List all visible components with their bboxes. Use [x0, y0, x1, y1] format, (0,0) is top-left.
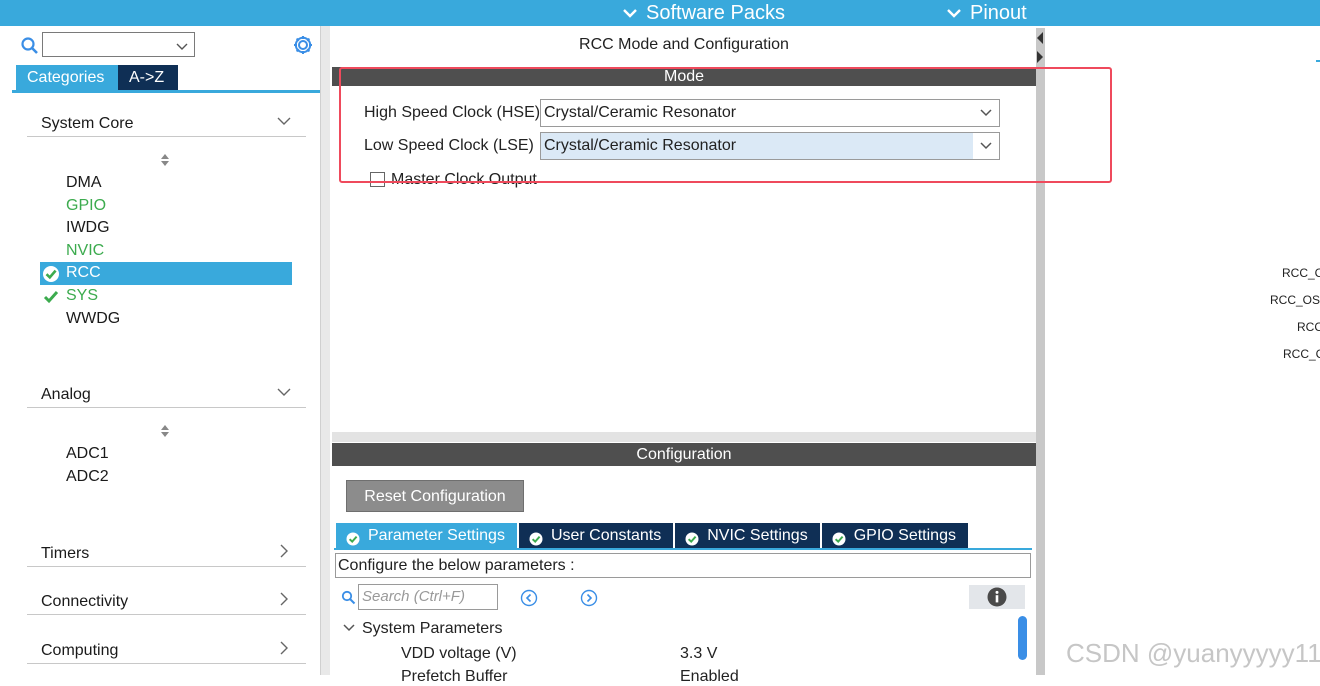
tab-underline — [334, 548, 1032, 550]
param-name: Prefetch Buffer — [401, 668, 508, 685]
param-value[interactable]: 3.3 V — [680, 645, 717, 663]
checkmark-icon — [42, 288, 60, 306]
section-title: Connectivity — [41, 593, 129, 610]
list-item-label: RCC — [66, 264, 101, 282]
tab-a-to-z[interactable]: A->Z — [118, 65, 178, 90]
system-core-list: DMA GPIO IWDG NVIC RCC SYS WWDG — [40, 172, 292, 330]
tab-parameter-settings[interactable]: Parameter Settings — [336, 523, 517, 548]
highlight-annotation-box — [339, 67, 1112, 183]
param-name: VDD voltage (V) — [401, 645, 517, 662]
pinout-menu[interactable]: Pinout — [946, 0, 1027, 26]
reset-configuration-button[interactable]: Reset Configuration — [346, 480, 524, 512]
list-item-sys[interactable]: SYS — [40, 285, 292, 308]
parameter-tabs: Parameter Settings User Constants NVIC S… — [336, 523, 970, 548]
pinout-label: Pinout — [970, 1, 1027, 24]
category-search-input[interactable] — [42, 32, 195, 57]
info-button[interactable] — [969, 585, 1025, 609]
analog-list: ADC1 ADC2 — [40, 443, 292, 488]
search-icon[interactable] — [341, 590, 356, 605]
list-item-rcc[interactable]: RCC — [40, 262, 292, 285]
chevron-right-icon — [276, 543, 292, 559]
tab-label: GPIO Settings — [853, 527, 956, 544]
gear-icon[interactable] — [292, 34, 314, 56]
section-connectivity[interactable]: Connectivity — [27, 591, 306, 615]
configuration-header: Configuration — [332, 443, 1036, 466]
page-title: RCC Mode and Configuration — [579, 36, 789, 53]
parameter-scrollbar-thumb[interactable] — [1018, 616, 1027, 660]
chevron-down-icon[interactable] — [176, 39, 188, 51]
check-circle-icon — [346, 529, 360, 545]
category-tabs: Categories A->Z — [16, 65, 178, 90]
pin-label[interactable]: RCC — [1297, 320, 1320, 334]
sort-icon[interactable] — [159, 153, 171, 167]
tab-label: NVIC Settings — [707, 527, 808, 544]
chevron-down-icon — [343, 624, 355, 632]
section-title: Computing — [41, 642, 119, 659]
tab-categories[interactable]: Categories — [16, 65, 118, 90]
chevron-down-icon — [276, 113, 292, 129]
check-circle-icon — [42, 265, 60, 283]
collapse-right-icon[interactable] — [1036, 50, 1044, 64]
chevron-right-icon — [276, 591, 292, 607]
check-circle-icon — [832, 529, 846, 545]
pin-label[interactable]: RCC_C — [1282, 266, 1320, 280]
list-item-adc2[interactable]: ADC2 — [40, 466, 292, 489]
previous-result-icon[interactable] — [520, 589, 538, 607]
tree-group-system-parameters[interactable]: System Parameters — [343, 620, 502, 638]
tab-label: Parameter Settings — [368, 527, 505, 544]
tab-user-constants[interactable]: User Constants — [518, 523, 674, 548]
chevron-right-icon — [276, 640, 292, 656]
sort-icon[interactable] — [159, 424, 171, 438]
panel-divider[interactable] — [332, 432, 1036, 442]
section-title: Timers — [41, 545, 90, 562]
chevron-down-icon — [622, 5, 638, 21]
section-title: Analog — [41, 386, 91, 403]
software-packs-label: Software Packs — [646, 1, 785, 24]
tab-label: User Constants — [550, 527, 662, 544]
param-value[interactable]: Enabled — [680, 668, 739, 686]
section-title: System Core — [41, 115, 134, 132]
info-icon — [987, 587, 1007, 607]
tab-nvic-settings[interactable]: NVIC Settings — [675, 523, 820, 548]
check-circle-icon — [529, 529, 543, 545]
list-item-label: SYS — [66, 286, 99, 304]
section-analog[interactable]: Analog — [27, 384, 306, 408]
pinout-edge-mark — [1316, 60, 1320, 62]
pin-label[interactable]: RCC_C — [1283, 347, 1320, 361]
watermark-text: CSDN @yuanyyyyy111 — [1066, 638, 1320, 668]
collapse-left-icon[interactable] — [1036, 31, 1044, 45]
next-result-icon[interactable] — [580, 589, 598, 607]
chevron-down-icon — [276, 384, 292, 400]
section-timers[interactable]: Timers — [27, 543, 306, 567]
parameter-search-input[interactable]: Search (Ctrl+F) — [358, 584, 498, 610]
tree-group-label: System Parameters — [362, 620, 503, 637]
list-item-iwdg[interactable]: IWDG — [40, 217, 292, 240]
tab-gpio-settings[interactable]: GPIO Settings — [821, 523, 968, 548]
left-panel-scrollbar[interactable] — [320, 26, 330, 675]
list-item-dma[interactable]: DMA — [40, 172, 292, 195]
list-item-nvic[interactable]: NVIC — [40, 240, 292, 263]
chevron-down-icon — [946, 5, 962, 21]
list-item-adc1[interactable]: ADC1 — [40, 443, 292, 466]
check-circle-icon — [685, 529, 699, 545]
pin-label[interactable]: RCC_OS — [1270, 293, 1320, 307]
software-packs-menu[interactable]: Software Packs — [622, 0, 785, 26]
search-icon[interactable] — [20, 36, 40, 56]
configure-instructions: Configure the below parameters : — [335, 553, 1031, 578]
list-item-wwdg[interactable]: WWDG — [40, 308, 292, 331]
section-computing[interactable]: Computing — [27, 640, 306, 664]
tab-underline — [12, 90, 320, 93]
section-system-core[interactable]: System Core — [27, 113, 306, 137]
list-item-gpio[interactable]: GPIO — [40, 195, 292, 218]
